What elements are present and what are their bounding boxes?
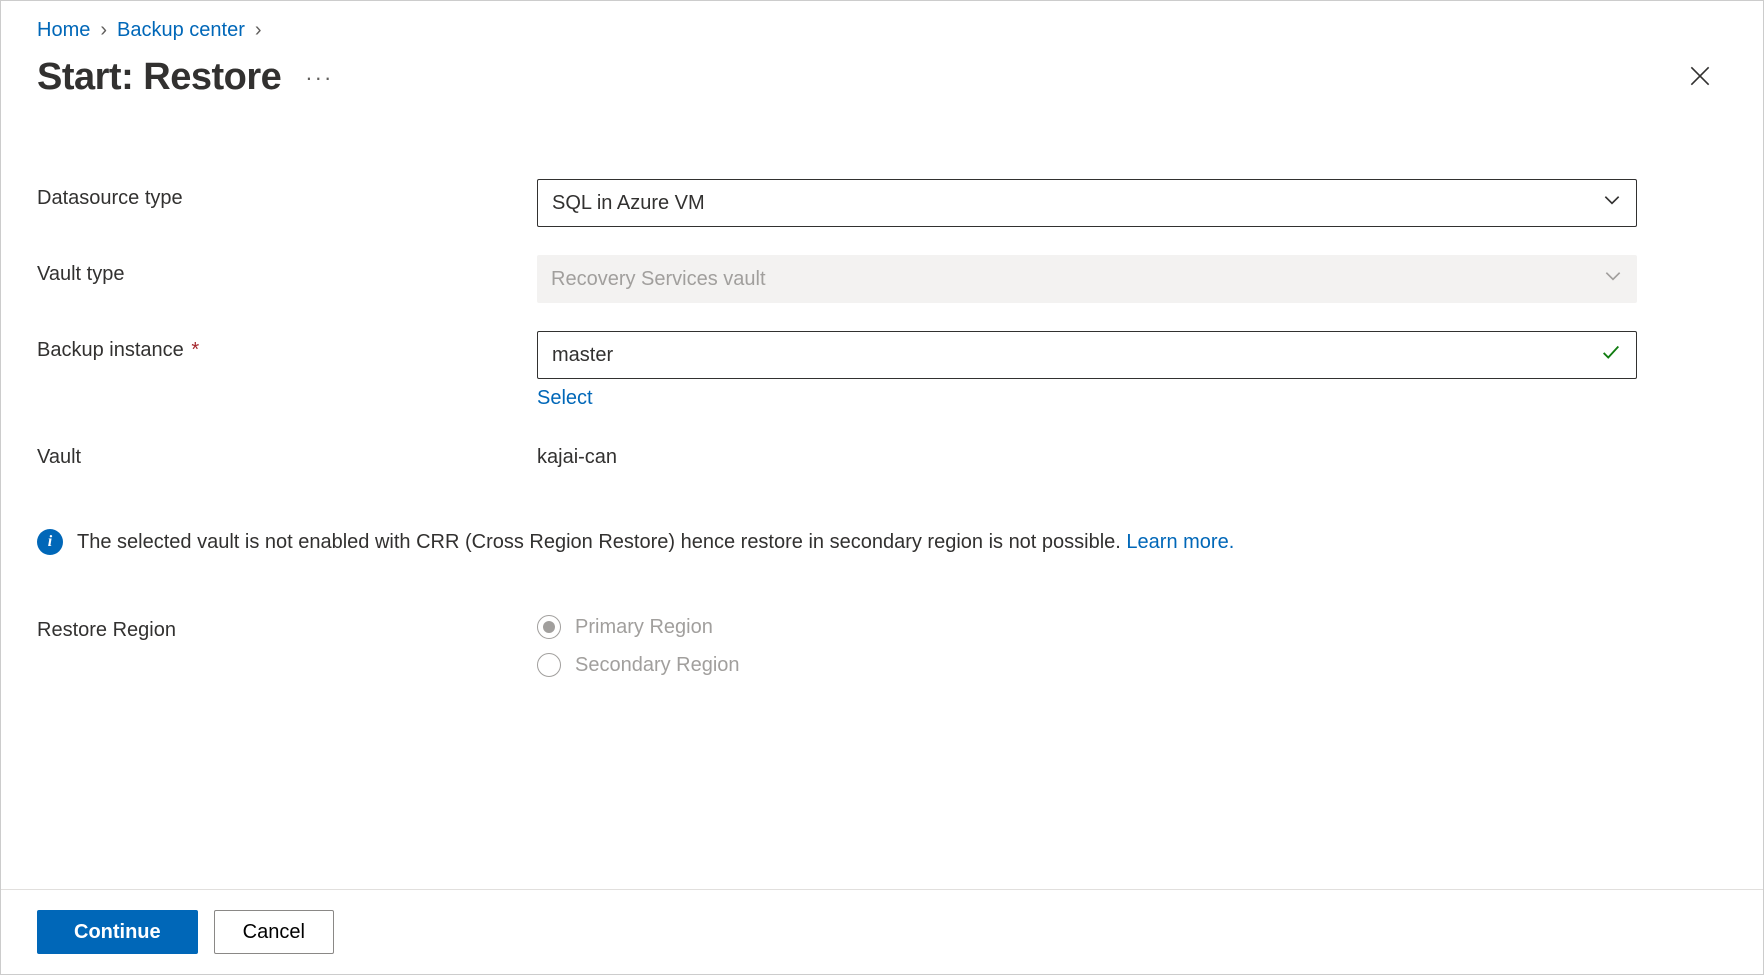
learn-more-link[interactable]: Learn more. xyxy=(1126,531,1234,553)
chevron-right-icon: › xyxy=(100,19,107,42)
close-icon xyxy=(1687,77,1713,92)
backup-instance-select-link[interactable]: Select xyxy=(537,387,593,410)
checkmark-icon xyxy=(1600,341,1622,369)
datasource-type-value: SQL in Azure VM xyxy=(552,192,705,215)
chevron-down-icon xyxy=(1602,190,1622,216)
radio-unselected-icon xyxy=(537,653,561,677)
info-icon: i xyxy=(37,529,63,555)
vault-type-label: Vault type xyxy=(37,255,537,286)
radio-selected-icon xyxy=(537,615,561,639)
chevron-right-icon: › xyxy=(255,19,262,42)
breadcrumb-backup-center[interactable]: Backup center xyxy=(117,19,245,42)
backup-instance-value: master xyxy=(552,344,613,367)
restore-region-secondary-label: Secondary Region xyxy=(575,654,740,677)
more-actions-button[interactable]: ··· xyxy=(305,65,333,91)
vault-label: Vault xyxy=(37,438,537,469)
breadcrumb-home[interactable]: Home xyxy=(37,19,90,42)
datasource-type-select[interactable]: SQL in Azure VM xyxy=(537,179,1637,227)
continue-button[interactable]: Continue xyxy=(37,910,198,954)
vault-type-value: Recovery Services vault xyxy=(551,268,766,291)
vault-type-select: Recovery Services vault xyxy=(537,255,1637,303)
close-button[interactable] xyxy=(1681,57,1719,98)
restore-region-label: Restore Region xyxy=(37,611,537,642)
cancel-button[interactable]: Cancel xyxy=(214,910,334,954)
required-indicator: * xyxy=(186,339,199,361)
info-text: The selected vault is not enabled with C… xyxy=(77,531,1126,553)
datasource-type-label: Datasource type xyxy=(37,179,537,210)
page-title: Start: Restore xyxy=(37,56,281,99)
breadcrumb: Home › Backup center › xyxy=(37,19,1727,42)
restore-region-secondary-radio: Secondary Region xyxy=(537,653,1637,677)
info-message: i The selected vault is not enabled with… xyxy=(37,529,1727,555)
vault-value: kajai-can xyxy=(537,438,1637,469)
restore-region-primary-radio: Primary Region xyxy=(537,615,1637,639)
backup-instance-input[interactable]: master xyxy=(537,331,1637,379)
restore-region-primary-label: Primary Region xyxy=(575,616,713,639)
chevron-down-icon xyxy=(1603,266,1623,292)
backup-instance-label: Backup instance * xyxy=(37,331,537,362)
footer: Continue Cancel xyxy=(1,889,1763,974)
